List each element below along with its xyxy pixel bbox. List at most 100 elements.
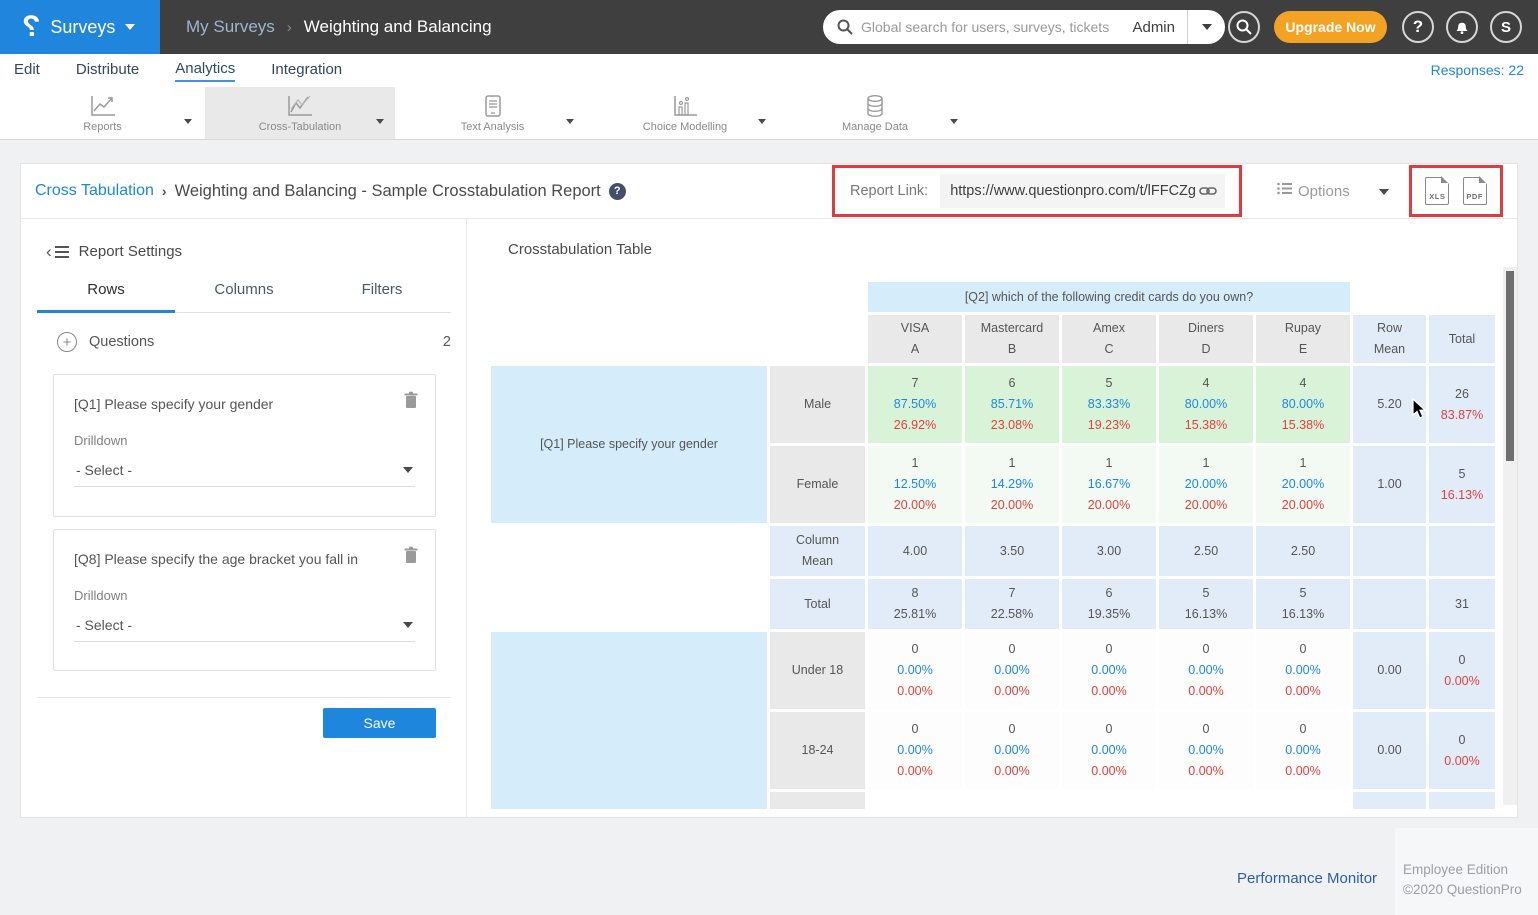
menu-item-distribute[interactable]: Distribute: [76, 61, 139, 81]
pdf-icon: PDF: [1464, 192, 1486, 201]
global-search: Admin: [823, 10, 1225, 44]
tool-text-analysis-caret[interactable]: [566, 111, 574, 129]
mouse-cursor: [1412, 398, 1428, 420]
crosstab-cell: [1429, 792, 1495, 809]
user-avatar[interactable]: S: [1490, 11, 1522, 43]
column-header: VISAA: [868, 315, 962, 363]
report-help-icon[interactable]: ?: [609, 183, 626, 200]
crosstab-cell: [1429, 526, 1495, 576]
edition-label: Employee Edition: [1403, 860, 1538, 880]
table-row: [Q2] which of the following credit cards…: [491, 282, 1495, 312]
options-caret[interactable]: [1379, 182, 1389, 200]
total-cell: 619.35%: [1062, 579, 1156, 629]
crosstab-cell: 114.29%20.00%: [965, 446, 1059, 523]
top-navbar: ? Surveys My Surveys › Weighting and Bal…: [0, 0, 1538, 54]
tool-reports-caret[interactable]: [184, 111, 192, 129]
crosstab-cell: 112.50%20.00%: [868, 446, 962, 523]
vertical-scrollbar: [1503, 267, 1517, 805]
delete-question-button[interactable]: [403, 546, 419, 569]
upgrade-now-button[interactable]: Upgrade Now: [1274, 11, 1387, 43]
performance-monitor-link[interactable]: Performance Monitor: [1237, 870, 1377, 887]
question-card-q8: [Q8] Please specify the age bracket you …: [53, 529, 436, 671]
copyright-label: ©2020 QuestionPro: [1403, 880, 1538, 900]
export-pdf-button[interactable]: PDF: [1463, 177, 1487, 205]
total-cell: 722.58%: [965, 579, 1059, 629]
add-question-button[interactable]: +: [57, 332, 77, 352]
breadcrumb: My Surveys › Weighting and Balancing: [186, 0, 492, 54]
drilldown-select[interactable]: - Select -: [74, 454, 415, 487]
row-label: 18-24: [770, 712, 865, 789]
search-icon: [1236, 19, 1252, 35]
edition-info: Employee Edition ©2020 QuestionPro: [1395, 828, 1538, 915]
tool-reports[interactable]: Reports: [0, 87, 205, 139]
table-row: VISAAMastercardBAmexCDinersDRupayERowMea…: [491, 315, 1495, 363]
breadcrumb-separator: ›: [162, 183, 167, 199]
report-link-annotation: Report Link: https://www.questionpro.com…: [832, 165, 1242, 217]
avatar-initial: S: [1501, 19, 1511, 36]
product-switcher[interactable]: ? Surveys: [0, 0, 160, 54]
tool-manage-data-caret[interactable]: [950, 111, 958, 129]
save-button[interactable]: Save: [323, 708, 436, 738]
row-total-cell: 2683.87%: [1429, 366, 1495, 443]
tool-text-analysis[interactable]: Text Analysis: [395, 87, 590, 139]
crosstab-cell: 116.67%20.00%: [1062, 446, 1156, 523]
crosstab-cell: [868, 792, 962, 809]
scrollbar-thumb[interactable]: [1506, 271, 1514, 461]
search-scope-selector[interactable]: Admin: [1120, 19, 1187, 36]
tool-choice-modelling[interactable]: Choice Modelling: [590, 87, 780, 139]
crosstab-cell: [770, 792, 865, 809]
crosstab-cell: [491, 282, 865, 312]
report-link-field[interactable]: https://www.questionpro.com/t/lFFCZg: [940, 174, 1225, 208]
tool-cross-tabulation-caret[interactable]: [376, 111, 384, 129]
crosstab-cell: 480.00%15.38%: [1256, 366, 1350, 443]
crosstab-cell: [1062, 792, 1156, 809]
link-icon[interactable]: [1199, 185, 1217, 197]
drilldown-label: Drilldown: [54, 413, 435, 448]
notifications-button[interactable]: [1446, 11, 1478, 43]
drilldown-select[interactable]: - Select -: [74, 609, 415, 642]
cross-tabulation-link[interactable]: Cross Tabulation: [35, 182, 154, 200]
crosstab-cell: 00.00%0.00%: [1062, 632, 1156, 709]
tab-columns[interactable]: Columns: [175, 281, 313, 312]
analytics-toolbar: Reports Cross-Tabulation Text Analysis C…: [0, 87, 1538, 140]
export-xls-button[interactable]: XLS: [1425, 177, 1449, 205]
global-search-input[interactable]: [861, 19, 1120, 35]
export-annotation: XLS PDF: [1409, 165, 1503, 217]
options-label: Options: [1298, 183, 1350, 200]
collapse-panel-icon[interactable]: ‹: [46, 243, 69, 260]
row-group-question: [491, 632, 767, 809]
column-mean-cell: 2.50: [1256, 526, 1350, 576]
menu-item-edit[interactable]: Edit: [14, 61, 40, 81]
search-submit-button[interactable]: [1228, 11, 1260, 43]
total-row-label: Total: [770, 579, 865, 629]
menu-item-integration[interactable]: Integration: [271, 61, 342, 81]
total-header: Total: [1429, 315, 1495, 363]
tool-cross-tabulation[interactable]: Cross-Tabulation: [205, 87, 395, 139]
search-scope-caret[interactable]: [1187, 10, 1225, 44]
column-header: MastercardB: [965, 315, 1059, 363]
crosstab-cell: [1353, 579, 1426, 629]
options-list-icon: [1277, 182, 1292, 200]
report-settings-panel: ‹ Report Settings Rows Columns Filters +…: [21, 219, 467, 818]
tab-rows[interactable]: Rows: [37, 281, 175, 313]
responses-count[interactable]: Responses: 22: [1431, 62, 1524, 78]
app-window: ? Surveys My Surveys › Weighting and Bal…: [0, 0, 1538, 915]
menu-item-analytics[interactable]: Analytics: [175, 60, 235, 82]
breadcrumb-my-surveys[interactable]: My Surveys: [186, 17, 275, 37]
line-chart-icon: [89, 94, 117, 118]
total-cell: 825.81%: [868, 579, 962, 629]
row-mean-cell: 1.00: [1353, 446, 1426, 523]
tab-filters[interactable]: Filters: [313, 281, 451, 312]
delete-question-button[interactable]: [403, 391, 419, 414]
options-dropdown[interactable]: Options: [1259, 164, 1407, 218]
report-link-url[interactable]: https://www.questionpro.com/t/lFFCZg: [950, 183, 1199, 199]
database-icon: [863, 94, 887, 118]
tool-choice-modelling-caret[interactable]: [758, 111, 766, 129]
total-cell: 516.13%: [1256, 579, 1350, 629]
tool-manage-data[interactable]: Manage Data: [780, 87, 970, 139]
crosstab-cell: 685.71%23.08%: [965, 366, 1059, 443]
column-group-header: [Q2] which of the following credit cards…: [868, 282, 1350, 312]
help-button[interactable]: ?: [1402, 11, 1434, 43]
column-mean-label: ColumnMean: [770, 526, 865, 576]
xls-icon: XLS: [1426, 192, 1448, 201]
